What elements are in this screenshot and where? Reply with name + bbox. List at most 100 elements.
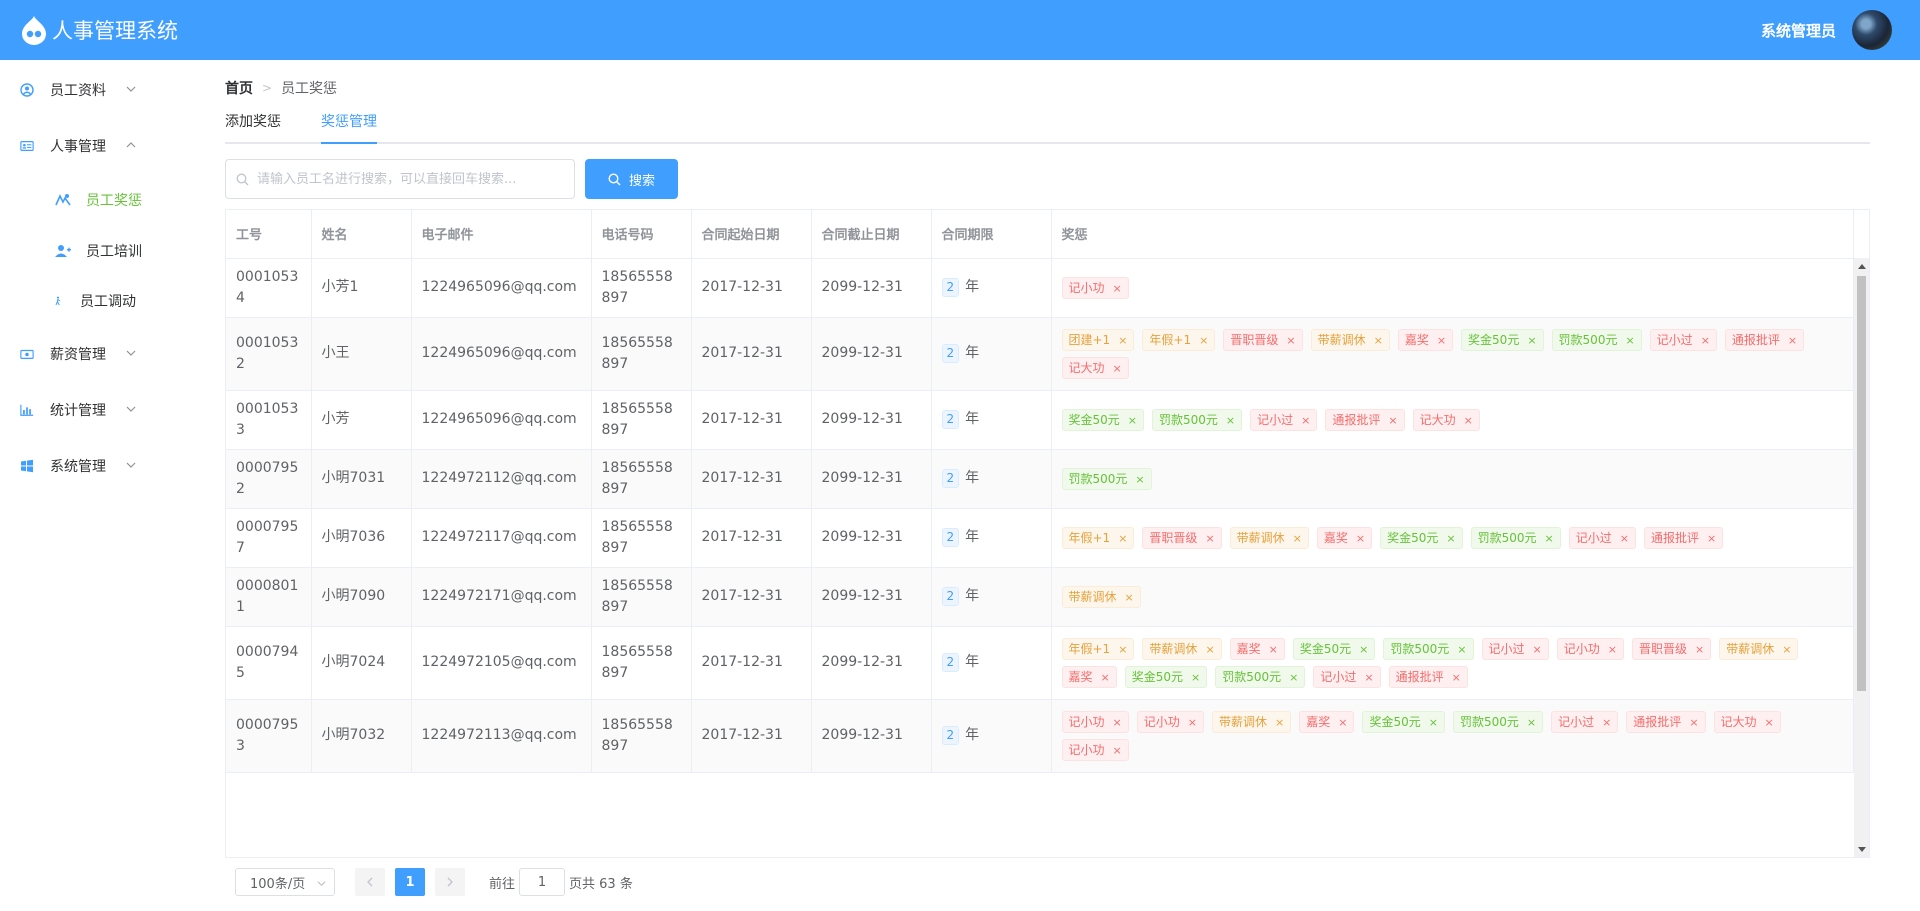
close-icon[interactable]: ×	[1695, 643, 1704, 656]
period-unit: 年	[965, 727, 980, 743]
close-icon[interactable]: ×	[1226, 414, 1235, 427]
close-icon[interactable]: ×	[1205, 532, 1214, 545]
close-icon[interactable]: ×	[1608, 643, 1617, 656]
brand[interactable]: 人事管理系统	[20, 15, 178, 45]
close-icon[interactable]: ×	[1118, 643, 1127, 656]
sidebar-item-salary[interactable]: 薪资管理	[0, 326, 200, 382]
close-icon[interactable]: ×	[1388, 414, 1397, 427]
reward-tag-label: 记小功	[1143, 714, 1180, 729]
reward-tag: 记大功 ×	[1412, 408, 1480, 431]
page-jump-input[interactable]	[519, 868, 566, 896]
vertical-scrollbar[interactable]	[1854, 258, 1869, 857]
avatar[interactable]	[1852, 10, 1892, 50]
close-icon[interactable]: ×	[1457, 643, 1466, 656]
close-icon[interactable]: ×	[1205, 643, 1214, 656]
close-icon[interactable]: ×	[1101, 671, 1110, 684]
breadcrumb-home[interactable]: 首页	[225, 78, 253, 98]
search-button[interactable]: 搜索	[585, 159, 678, 199]
reward-tag: 年假+1 ×	[1142, 328, 1216, 351]
close-icon[interactable]: ×	[1188, 716, 1197, 729]
sidebar-item-hr[interactable]: 人事管理	[0, 118, 200, 174]
table-body: 00010534 小芳1 1224965096@qq.com 18565558897 2…	[226, 258, 1854, 773]
close-icon[interactable]: ×	[1301, 414, 1310, 427]
close-icon[interactable]: ×	[1113, 744, 1122, 757]
reward-tag-label: 奖金50元	[1468, 332, 1520, 347]
table-row[interactable]: 00007957 小明7036 1224972117@qq.com 185655588…	[226, 508, 1854, 568]
close-icon[interactable]: ×	[1620, 532, 1629, 545]
close-icon[interactable]: ×	[1446, 532, 1455, 545]
close-icon[interactable]: ×	[1527, 334, 1536, 347]
close-icon[interactable]: ×	[1113, 716, 1122, 729]
close-icon[interactable]: ×	[1533, 643, 1542, 656]
close-icon[interactable]: ×	[1293, 532, 1302, 545]
close-icon[interactable]: ×	[1625, 334, 1634, 347]
contract-period-cell: 2年	[931, 626, 1052, 700]
sidebar-subitem-rewards[interactable]: 员工奖惩	[0, 174, 200, 226]
table-row[interactable]: 00008011 小明7090 1224972171@qq.com 185655588…	[226, 567, 1854, 627]
reward-tag: 通报批评 ×	[1325, 408, 1405, 431]
close-icon[interactable]: ×	[1788, 334, 1797, 347]
sidebar: 员工资料 人事管理 员工奖惩 员工培训 员工调动 薪资管理 统计管理 系统管理	[0, 60, 200, 911]
close-icon[interactable]: ×	[1701, 334, 1710, 347]
close-icon[interactable]: ×	[1275, 716, 1284, 729]
close-icon[interactable]: ×	[1118, 334, 1127, 347]
close-icon[interactable]: ×	[1602, 716, 1611, 729]
table-row[interactable]: 00007953 小明7032 1224972113@qq.com 185655588…	[226, 699, 1854, 773]
close-icon[interactable]: ×	[1429, 716, 1438, 729]
sidebar-subitem-transfer[interactable]: 员工调动	[0, 276, 200, 326]
close-icon[interactable]: ×	[1437, 334, 1446, 347]
tab-add-reward[interactable]: 添加奖惩	[225, 102, 281, 144]
period-value-badge: 2	[941, 469, 960, 488]
table-row[interactable]: 00010534 小芳1 1224965096@qq.com 18565558897 2…	[226, 258, 1854, 318]
close-icon[interactable]: ×	[1374, 334, 1383, 347]
table-row[interactable]: 00010532 小王 1224965096@qq.com 18565558897 20…	[226, 317, 1854, 391]
close-icon[interactable]: ×	[1118, 532, 1127, 545]
close-icon[interactable]: ×	[1707, 532, 1716, 545]
close-icon[interactable]: ×	[1113, 362, 1122, 375]
user-add-icon	[55, 245, 71, 257]
prev-page-button[interactable]	[355, 868, 385, 896]
close-icon[interactable]: ×	[1128, 414, 1137, 427]
close-icon[interactable]: ×	[1135, 473, 1144, 486]
rewards-cell: 带薪调休 ×	[1051, 567, 1854, 627]
scroll-thumb[interactable]	[1857, 276, 1866, 691]
contract-start-cell: 2017-12-31	[691, 626, 812, 700]
sidebar-item-statistics[interactable]: 统计管理	[0, 382, 200, 438]
table-row[interactable]: 00010533 小芳 1224965096@qq.com 18565558897 20…	[226, 390, 1854, 450]
close-icon[interactable]: ×	[1289, 671, 1298, 684]
period-unit: 年	[965, 470, 980, 486]
close-icon[interactable]: ×	[1191, 671, 1200, 684]
scroll-down-icon[interactable]	[1858, 847, 1866, 852]
close-icon[interactable]: ×	[1269, 643, 1278, 656]
page-number-button[interactable]: 1	[395, 868, 425, 896]
close-icon[interactable]: ×	[1782, 643, 1791, 656]
close-icon[interactable]: ×	[1464, 414, 1473, 427]
table-row[interactable]: 00007952 小明7031 1224972112@qq.com 185655588…	[226, 449, 1854, 509]
page-size-select[interactable]: 100条/页	[235, 868, 335, 896]
close-icon[interactable]: ×	[1338, 716, 1347, 729]
tab-reward-management[interactable]: 奖惩管理	[321, 102, 377, 144]
close-icon[interactable]: ×	[1125, 591, 1134, 604]
reward-tag: 嘉奖 ×	[1299, 710, 1355, 733]
close-icon[interactable]: ×	[1689, 716, 1698, 729]
scroll-up-icon[interactable]	[1858, 264, 1866, 269]
close-icon[interactable]: ×	[1199, 334, 1208, 347]
next-page-button[interactable]	[435, 868, 465, 896]
sidebar-item-employee-profile[interactable]: 员工资料	[0, 62, 200, 118]
sidebar-item-system[interactable]: 系统管理	[0, 438, 200, 494]
close-icon[interactable]: ×	[1113, 282, 1122, 295]
user-menu[interactable]: 系统管理员	[1761, 10, 1892, 50]
name-cell: 小明7032	[311, 699, 412, 773]
sidebar-subitem-training[interactable]: 员工培训	[0, 226, 200, 276]
close-icon[interactable]: ×	[1527, 716, 1536, 729]
close-icon[interactable]: ×	[1286, 334, 1295, 347]
close-icon[interactable]: ×	[1356, 532, 1365, 545]
close-icon[interactable]: ×	[1364, 671, 1373, 684]
close-icon[interactable]: ×	[1359, 643, 1368, 656]
search-field[interactable]	[225, 159, 575, 199]
table-row[interactable]: 00007945 小明7024 1224972105@qq.com 185655588…	[226, 626, 1854, 700]
close-icon[interactable]: ×	[1452, 671, 1461, 684]
close-icon[interactable]: ×	[1545, 532, 1554, 545]
search-input[interactable]	[257, 171, 547, 187]
close-icon[interactable]: ×	[1765, 716, 1774, 729]
